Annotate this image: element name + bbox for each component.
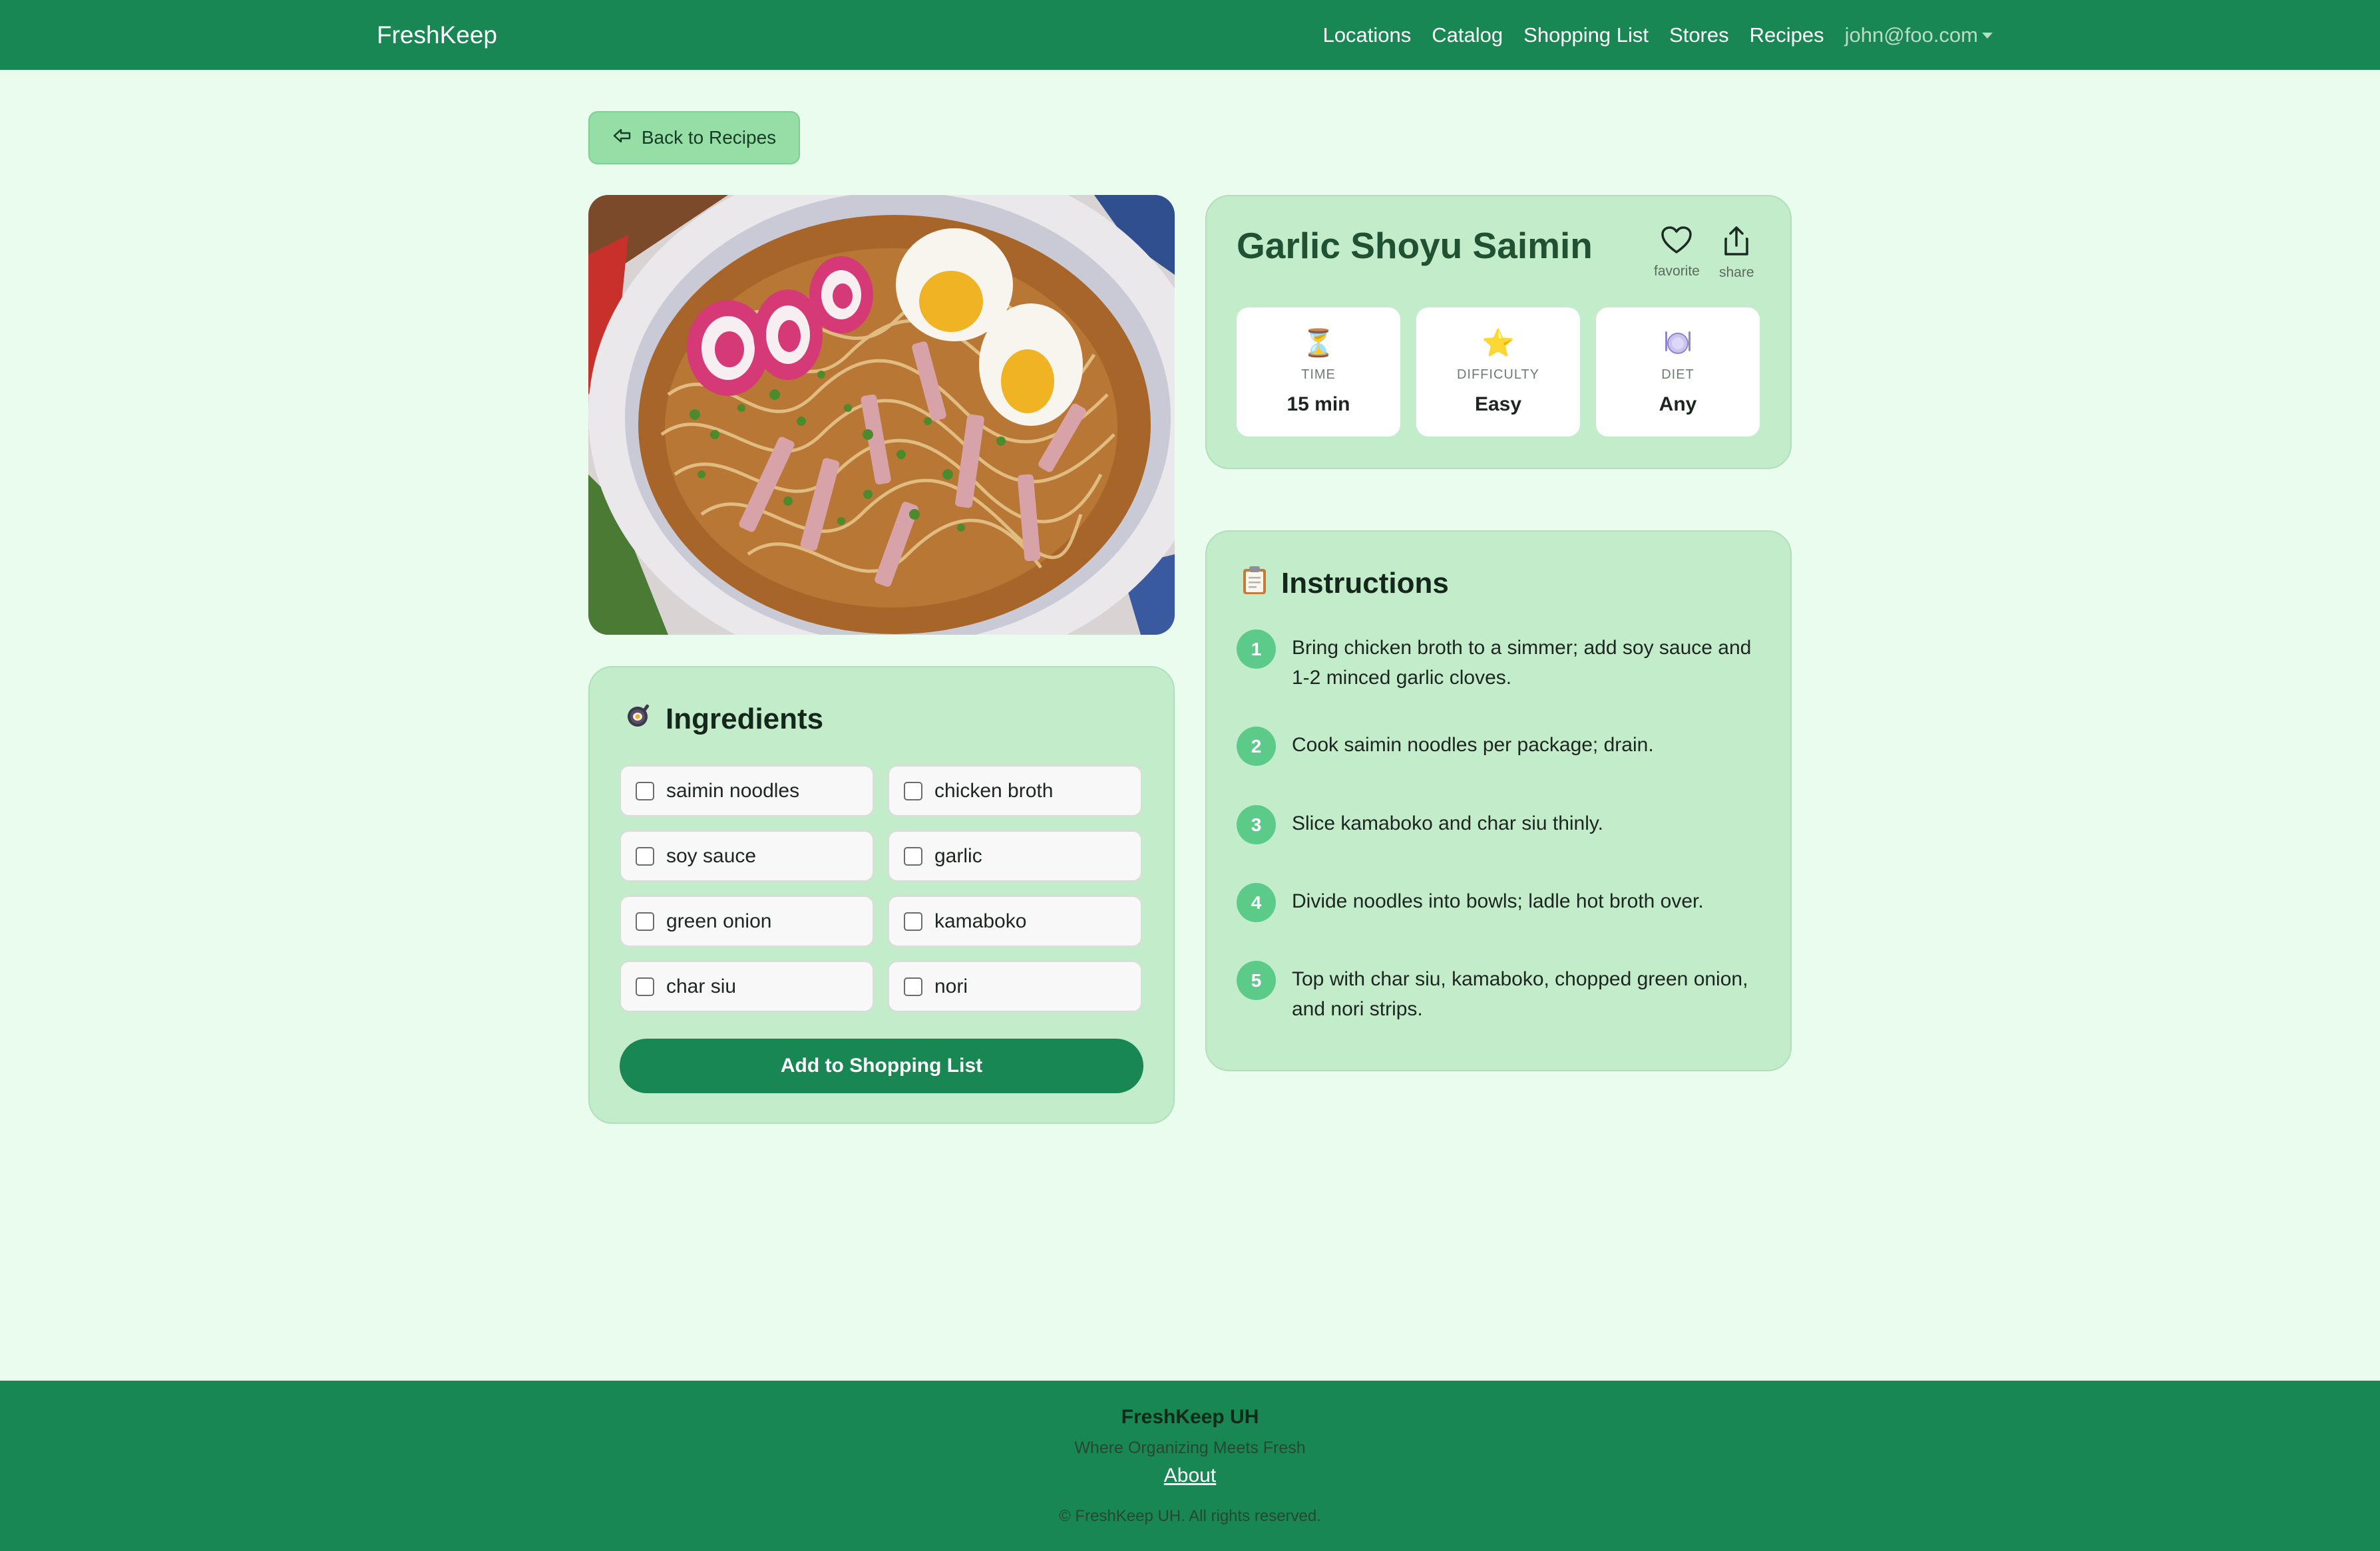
ingredient-checkbox[interactable] xyxy=(636,912,654,931)
instructions-heading: Instructions xyxy=(1241,565,1449,602)
user-email: john@foo.com xyxy=(1844,23,1978,47)
stat-time: ⏳ TIME 15 min xyxy=(1237,307,1400,436)
back-to-recipes-button[interactable]: Back to Recipes xyxy=(588,111,800,164)
nav-link-recipes[interactable]: Recipes xyxy=(1750,23,1824,47)
share-label: share xyxy=(1719,265,1754,280)
star-icon: ⭐ xyxy=(1482,329,1515,358)
recipe-summary-card: Garlic Shoyu Saimin favorite share ⏳ TIM… xyxy=(1205,195,1792,469)
ingredient-checkbox[interactable] xyxy=(636,781,654,800)
stat-difficulty-value: Easy xyxy=(1474,393,1522,415)
brand-link[interactable]: FreshKeep xyxy=(377,0,497,70)
ingredient-label: garlic xyxy=(934,844,982,867)
instruction-step: 4 Divide noodles into bowls; ladle hot b… xyxy=(1237,883,1762,922)
ingredients-card: Ingredients saimin noodles chicken broth… xyxy=(588,666,1175,1124)
ingredient-saimin-noodles[interactable]: saimin noodles xyxy=(620,765,874,816)
user-dropdown[interactable]: john@foo.com xyxy=(1845,23,1993,47)
step-number: 2 xyxy=(1237,727,1276,766)
clipboard-icon xyxy=(1241,565,1268,602)
stat-difficulty-key: DIFFICULTY xyxy=(1456,367,1540,382)
ingredient-label: saimin noodles xyxy=(666,779,800,802)
step-number: 5 xyxy=(1237,961,1276,1000)
instructions-title: Instructions xyxy=(1281,567,1449,600)
ingredients-list: saimin noodles chicken broth soy sauce g… xyxy=(620,765,1142,1012)
recipe-title: Garlic Shoyu Saimin xyxy=(1237,225,1593,266)
ingredient-checkbox[interactable] xyxy=(636,977,654,996)
share-icon xyxy=(1722,226,1751,259)
back-to-recipes-label: Back to Recipes xyxy=(641,127,777,148)
footer-title: FreshKeep UH xyxy=(1121,1406,1259,1428)
ingredients-heading: Ingredients xyxy=(624,702,823,737)
ingredients-title: Ingredients xyxy=(666,703,824,735)
plate-icon xyxy=(1663,327,1692,359)
ingredient-kamaboko[interactable]: kamaboko xyxy=(888,896,1142,947)
nav-links: Locations Catalog Shopping List Stores R… xyxy=(1323,0,1993,70)
step-number: 4 xyxy=(1237,883,1276,922)
ingredient-checkbox[interactable] xyxy=(904,781,922,800)
stat-diet: DIET Any xyxy=(1596,307,1760,436)
footer-about-link[interactable]: About xyxy=(1164,1465,1216,1486)
stat-diet-key: DIET xyxy=(1661,367,1694,382)
ingredient-checkbox[interactable] xyxy=(636,846,654,866)
step-text: Slice kamaboko and char siu thinly. xyxy=(1292,812,1604,834)
hourglass-icon: ⏳ xyxy=(1302,329,1335,358)
step-text: Cook saimin noodles per package; drain. xyxy=(1292,734,1654,756)
stat-time-value: 15 min xyxy=(1287,393,1350,415)
step-number: 1 xyxy=(1237,629,1276,669)
footer: FreshKeep UH Where Organizing Meets Fres… xyxy=(0,1381,2380,1551)
ingredient-garlic[interactable]: garlic xyxy=(888,830,1142,882)
nav-link-shopping-list[interactable]: Shopping List xyxy=(1523,23,1649,47)
ingredient-label: green onion xyxy=(666,910,772,932)
stat-diet-value: Any xyxy=(1659,393,1697,415)
share-button[interactable]: share xyxy=(1719,226,1754,281)
stat-time-key: TIME xyxy=(1301,367,1336,382)
nav-link-locations[interactable]: Locations xyxy=(1323,23,1412,47)
ingredient-green-onion[interactable]: green onion xyxy=(620,896,874,947)
ingredient-chicken-broth[interactable]: chicken broth xyxy=(888,765,1142,816)
ingredient-checkbox[interactable] xyxy=(904,912,922,931)
favorite-button[interactable]: favorite xyxy=(1654,226,1700,279)
step-text: Top with char siu, kamaboko, chopped gre… xyxy=(1292,968,1748,1020)
nav-link-catalog[interactable]: Catalog xyxy=(1432,23,1503,47)
step-text: Divide noodles into bowls; ladle hot bro… xyxy=(1292,890,1704,912)
instruction-step: 5 Top with char siu, kamaboko, chopped g… xyxy=(1237,961,1762,1024)
instruction-step: 2 Cook saimin noodles per package; drain… xyxy=(1237,727,1762,766)
footer-copyright: © FreshKeep UH. All rights reserved. xyxy=(1059,1507,1321,1525)
caret-down-icon xyxy=(1982,33,1993,39)
cooking-pan-icon xyxy=(624,702,652,737)
ingredient-label: nori xyxy=(934,975,968,997)
add-to-shopping-list-button[interactable]: Add to Shopping List xyxy=(620,1039,1143,1093)
ingredient-char-siu[interactable]: char siu xyxy=(620,961,874,1012)
navbar: FreshKeep Locations Catalog Shopping Lis… xyxy=(0,0,2380,70)
ingredient-soy-sauce[interactable]: soy sauce xyxy=(620,830,874,882)
recipe-photo xyxy=(588,195,1175,635)
ingredient-label: char siu xyxy=(666,975,737,997)
footer-tagline: Where Organizing Meets Fresh xyxy=(1074,1439,1306,1457)
ingredient-checkbox[interactable] xyxy=(904,846,922,866)
ingredient-label: soy sauce xyxy=(666,844,757,867)
favorite-label: favorite xyxy=(1654,263,1700,279)
instructions-card: Instructions 1 Bring chicken broth to a … xyxy=(1205,530,1792,1071)
step-number: 3 xyxy=(1237,805,1276,844)
instruction-step: 3 Slice kamaboko and char siu thinly. xyxy=(1237,805,1762,844)
ingredient-label: chicken broth xyxy=(934,779,1054,802)
ingredient-nori[interactable]: nori xyxy=(888,961,1142,1012)
instruction-step: 1 Bring chicken broth to a simmer; add s… xyxy=(1237,629,1762,693)
ingredient-label: kamaboko xyxy=(934,910,1027,932)
stat-difficulty: ⭐ DIFFICULTY Easy xyxy=(1416,307,1580,436)
step-text: Bring chicken broth to a simmer; add soy… xyxy=(1292,637,1752,689)
nav-link-stores[interactable]: Stores xyxy=(1669,23,1729,47)
back-arrow-icon xyxy=(612,127,632,149)
ingredient-checkbox[interactable] xyxy=(904,977,922,996)
heart-icon xyxy=(1661,226,1692,258)
